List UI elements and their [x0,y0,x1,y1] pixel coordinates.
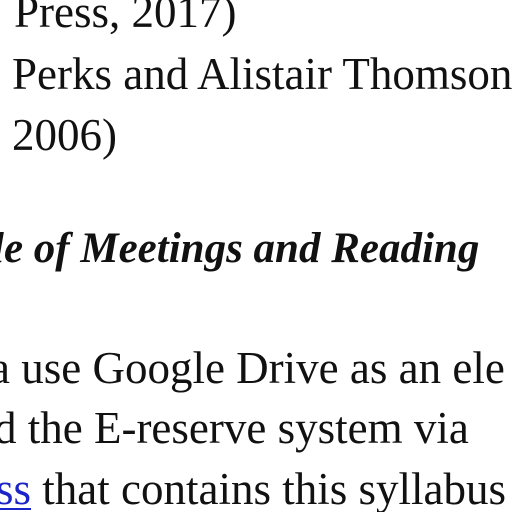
reference-line-year: 2006) [12,110,117,160]
reference-line-authors: Perks and Alistair Thomson [12,49,512,99]
body-line-syllabus-text: that contains this syllabus [31,464,506,512]
reference-line-publisher: Press, 2017) [14,0,237,37]
body-line-google-drive: a use Google Drive as an ele [0,343,505,393]
body-line-e-reserve: d the E-reserve system via [0,403,469,453]
document-page: Press, 2017) Perks and Alistair Thomson … [0,0,512,512]
body-line-syllabus: ss that contains this syllabus [0,467,506,512]
syllabus-link[interactable]: ss [0,464,31,512]
section-heading: le of Meetings and Reading [0,225,480,272]
